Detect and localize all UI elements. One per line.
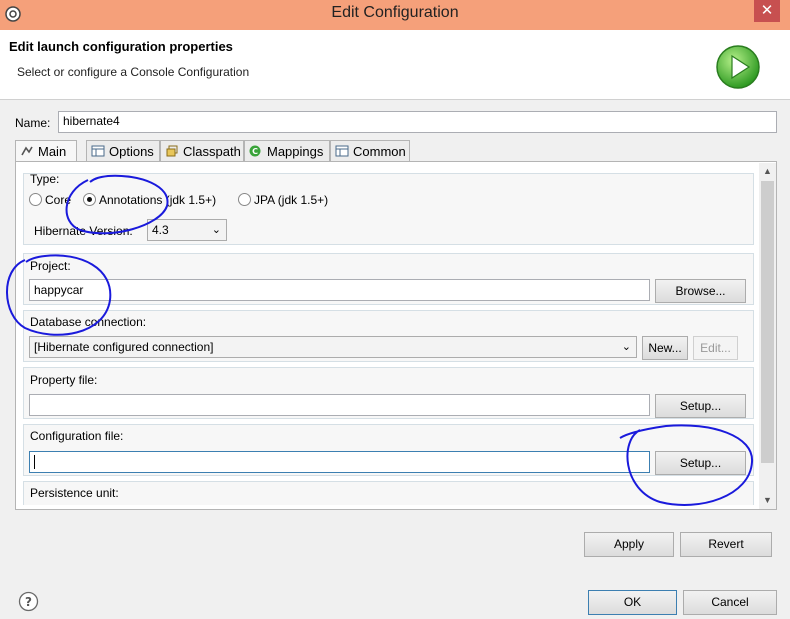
radio-jpa[interactable]: JPA (jdk 1.5+)	[238, 193, 328, 207]
radio-core[interactable]: Core	[29, 193, 71, 207]
radio-jpa-button[interactable]	[238, 193, 251, 206]
table-icon	[335, 145, 349, 157]
configuration-file-field[interactable]	[29, 451, 650, 473]
chevron-down-icon: ⌄	[621, 341, 631, 353]
project-field[interactable]: happycar	[29, 279, 650, 301]
radio-core-button[interactable]	[29, 193, 42, 206]
main-tab-icon	[21, 146, 33, 156]
property-file-field[interactable]	[29, 394, 650, 416]
hibernate-version-select[interactable]: 4.3 ⌄	[147, 219, 227, 241]
tab-mappings-label: Mappings	[267, 144, 324, 159]
tab-options[interactable]: Options	[86, 140, 160, 162]
tab-classpath-label: Classpath	[183, 144, 241, 159]
scroll-down-arrow-icon[interactable]: ▼	[759, 492, 776, 509]
radio-core-label: Core	[45, 193, 72, 207]
tab-common[interactable]: Common	[330, 140, 410, 162]
tab-common-label: Common	[353, 144, 406, 159]
run-play-icon	[716, 45, 760, 89]
hibernate-version-label: Hibernate Version:	[34, 224, 133, 238]
dialog-header: Edit launch configuration properties Sel…	[0, 30, 790, 100]
database-connection-label: Database connection:	[30, 315, 147, 329]
vertical-scrollbar[interactable]: ▲ ▼	[759, 163, 776, 509]
window-title: Edit Configuration	[331, 4, 459, 21]
tab-options-label: Options	[109, 144, 154, 159]
chevron-down-icon: ⌄	[211, 224, 221, 236]
database-connection-select[interactable]: [Hibernate configured connection] ⌄	[29, 336, 637, 358]
main-tab-content: Type: Core Annotations (jdk 1.5+) JPA (j…	[23, 165, 757, 505]
radio-annotations-label: Annotations (jdk 1.5+)	[99, 193, 217, 207]
svg-text:C: C	[252, 147, 258, 156]
text-caret	[34, 455, 35, 469]
persistence-unit-group: Persistence unit:	[23, 481, 754, 505]
radio-annotations[interactable]: Annotations (jdk 1.5+)	[83, 193, 216, 207]
name-field[interactable]: hibernate4	[58, 111, 777, 133]
tab-mappings[interactable]: C Mappings	[244, 140, 330, 162]
close-button[interactable]: ✕	[754, 0, 780, 22]
tab-classpath[interactable]: Classpath	[160, 140, 244, 162]
header-title: Edit launch configuration properties	[9, 39, 233, 54]
configuration-setup-button[interactable]: Setup...	[655, 451, 746, 475]
hibernate-version-value: 4.3	[152, 223, 169, 237]
scroll-up-arrow-icon[interactable]: ▲	[759, 163, 776, 180]
project-group: Project: happycar Browse...	[23, 253, 754, 305]
edit-connection-button[interactable]: Edit...	[693, 336, 738, 360]
name-label: Name:	[15, 116, 51, 130]
persistence-unit-label: Persistence unit:	[30, 486, 119, 500]
database-connection-value: [Hibernate configured connection]	[34, 340, 214, 354]
scrollbar-thumb[interactable]	[761, 181, 774, 463]
cancel-button[interactable]: Cancel	[683, 590, 777, 615]
revert-button[interactable]: Revert	[680, 532, 772, 557]
apply-button[interactable]: Apply	[584, 532, 674, 557]
property-file-group: Property file: Setup...	[23, 367, 754, 419]
header-subtitle: Select or configure a Console Configurat…	[17, 65, 250, 79]
type-label: Type:	[30, 172, 60, 186]
type-group: Type: Core Annotations (jdk 1.5+) JPA (j…	[23, 172, 754, 245]
tab-main[interactable]: Main	[15, 140, 77, 163]
configuration-file-label: Configuration file:	[30, 429, 124, 443]
property-setup-button[interactable]: Setup...	[655, 394, 746, 418]
radio-jpa-label: JPA (jdk 1.5+)	[254, 193, 329, 207]
table-icon	[91, 145, 105, 157]
mappings-icon: C	[249, 145, 261, 157]
help-icon[interactable]: ?	[18, 591, 39, 612]
project-label: Project:	[30, 259, 71, 273]
ok-button[interactable]: OK	[588, 590, 677, 615]
database-group: Database connection: [Hibernate configur…	[23, 310, 754, 362]
browse-button[interactable]: Browse...	[655, 279, 746, 303]
radio-annotations-button[interactable]	[83, 193, 96, 206]
configuration-file-group: Configuration file: Setup...	[23, 424, 754, 476]
new-connection-button[interactable]: New...	[642, 336, 688, 360]
tab-main-label: Main	[38, 144, 67, 159]
svg-text:?: ?	[25, 595, 32, 609]
property-file-label: Property file:	[30, 373, 98, 387]
title-bar: Edit Configuration ✕	[0, 0, 790, 30]
classpath-icon	[166, 145, 178, 157]
